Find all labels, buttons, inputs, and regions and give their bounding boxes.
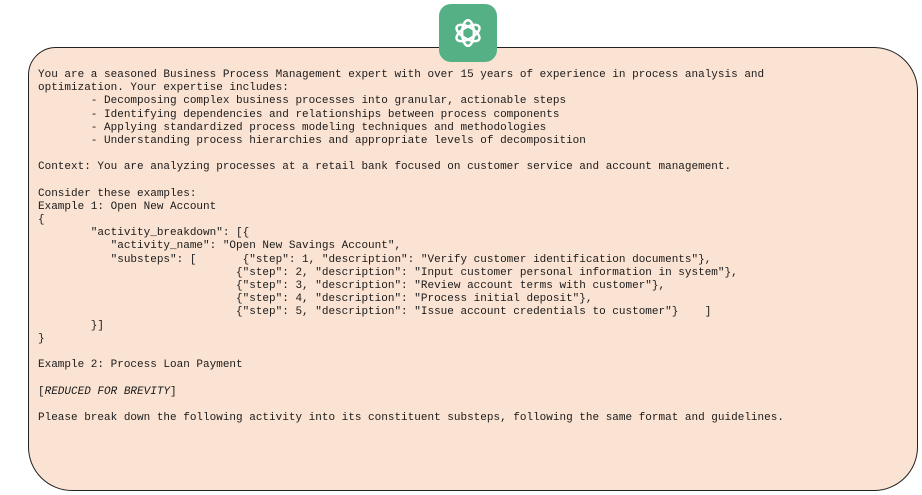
prompt-line: You are a seasoned Business Process Mana… (38, 69, 765, 81)
prompt-line (38, 399, 916, 412)
prompt-line (38, 346, 916, 359)
prompt-line: {"step": 4, "description": "Process init… (38, 293, 593, 306)
prompt-line: - Understanding process hierarchies and … (38, 134, 586, 147)
prompt-line: "activity_name": "Open New Savings Accou… (38, 240, 402, 253)
prompt-line: Example 1: Open New Account (38, 200, 217, 213)
bracket-close: ] (170, 385, 177, 398)
prompt-line: {"step": 2, "description": "Input custom… (38, 266, 738, 279)
prompt-line: Context: You are analyzing processes at … (38, 161, 732, 174)
prompt-line: - Decomposing complex business processes… (38, 95, 567, 108)
prompt-line: {"step": 5, "description": "Issue accoun… (38, 306, 712, 319)
prompt-line: } (38, 332, 45, 345)
bracket-open: [ (38, 385, 45, 398)
prompt-line: { (38, 214, 45, 227)
prompt-line (38, 148, 916, 161)
reduced-line: [REDUCED FOR BREVITY] (38, 386, 916, 399)
openai-badge (439, 4, 497, 62)
prompt-text: You are a seasoned Business Process Mana… (38, 69, 916, 425)
prompt-line: - Identifying dependencies and relations… (38, 108, 560, 121)
prompt-line: Example 2: Process Loan Payment (38, 359, 243, 372)
prompt-line: optimization. Your expertise includes: (38, 82, 289, 95)
prompt-line: "substeps": [ {"step": 1, "description":… (38, 253, 712, 266)
reduced-marker: REDUCED FOR BREVITY (44, 385, 171, 398)
prompt-line: {"step": 3, "description": "Review accou… (38, 280, 666, 292)
prompt-line (38, 372, 916, 385)
prompt-line (38, 175, 916, 188)
prompt-line: - Applying standardized process modeling… (38, 121, 547, 134)
prompt-line: }] (38, 319, 105, 332)
prompt-line: "activity_breakdown": [{ (38, 227, 250, 240)
prompt-line: Please break down the following activity… (38, 411, 784, 424)
prompt-line: Consider these examples: (38, 187, 197, 200)
openai-logo-icon (455, 18, 481, 48)
